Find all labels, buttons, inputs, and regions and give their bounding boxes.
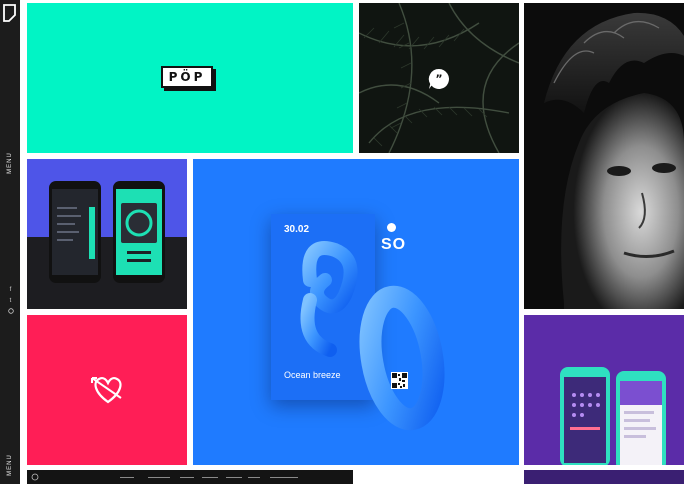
pop-logo: PÖP — [161, 66, 213, 88]
so-dot — [387, 223, 396, 232]
tile-bottom-purple[interactable] — [524, 470, 684, 484]
speech-bubble-quote-icon: ” — [428, 68, 450, 89]
poster-date: 30.02 — [284, 224, 310, 235]
svg-text:”: ” — [435, 73, 442, 86]
tile-phones-app[interactable] — [27, 159, 187, 309]
poster-title: Ocean breeze — [284, 370, 341, 380]
so-title: SO — [381, 236, 407, 253]
qr-code-icon — [391, 372, 408, 389]
menu-button-top[interactable]: MENU — [0, 148, 20, 178]
facebook-icon[interactable]: f — [6, 286, 15, 294]
logo-icon[interactable] — [3, 4, 17, 22]
sidebar: MENU f t MENU — [0, 0, 20, 484]
phones-mockup — [49, 181, 165, 283]
tile-portrait[interactable] — [524, 3, 684, 309]
twitter-icon[interactable]: t — [6, 297, 15, 305]
ocean-3d-shape — [300, 241, 445, 431]
dribbble-icon[interactable] — [6, 308, 15, 316]
purple-phones-mockup — [560, 367, 666, 465]
menu-button-bottom[interactable]: MENU — [0, 450, 20, 480]
tile-phones-purple[interactable] — [524, 315, 684, 465]
heart-arrow-icon — [91, 376, 122, 404]
nav-dots — [120, 475, 300, 480]
circle-logo-icon — [31, 473, 39, 481]
portrait-photo — [524, 3, 684, 309]
